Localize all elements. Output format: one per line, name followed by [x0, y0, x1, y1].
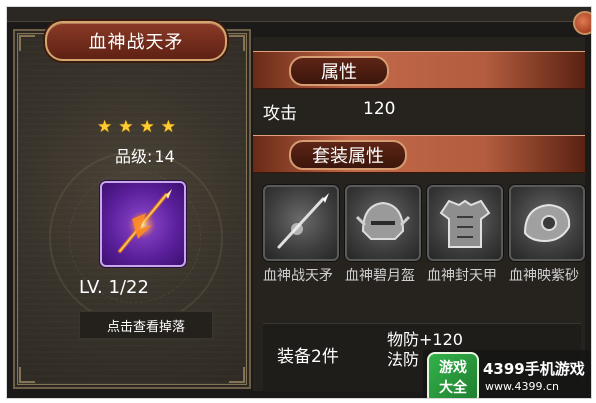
view-drops-button[interactable]: 点击查看掉落 — [79, 311, 213, 339]
watermark-logo-bottom: 大全 — [439, 380, 467, 396]
star-rating: ★ ★ ★ ★ — [97, 117, 176, 137]
set-bonus-line: 物防+120 — [387, 330, 463, 349]
set-item[interactable]: 血神战天矛 — [263, 185, 339, 285]
set-item-name: 血神碧月盔 — [345, 268, 415, 284]
helmet-icon[interactable] — [345, 185, 421, 261]
grade-label: 品级: — [115, 147, 153, 166]
spear-icon[interactable] — [263, 185, 339, 261]
set-item[interactable]: 血神映紫砂 — [509, 185, 585, 285]
set-bonus-label: 装备2件 — [277, 347, 339, 367]
close-icon[interactable] — [573, 11, 591, 35]
set-item-name: 血神映紫砂 — [509, 268, 579, 284]
star-icon: ★ — [160, 117, 176, 137]
stat-name: 攻击 — [263, 104, 297, 124]
set-banner: 套装属性 — [253, 135, 585, 173]
corner-ornament — [229, 35, 245, 51]
set-item[interactable]: 血神碧月盔 — [345, 185, 421, 285]
star-icon: ★ — [97, 117, 113, 137]
stat-value: 120 — [363, 99, 396, 119]
corner-ornament — [19, 35, 35, 51]
watermark-logo: 游戏 大全 — [427, 352, 479, 398]
stat-row: 攻击 120 — [263, 99, 573, 127]
item-title: 血神战天矛 — [45, 21, 227, 61]
top-decoration — [7, 7, 591, 22]
item-level: LV. 1/22 — [79, 277, 149, 298]
armor-icon[interactable] — [427, 185, 503, 261]
set-item-name: 血神战天矛 — [263, 268, 333, 284]
shoulder-icon[interactable] — [509, 185, 585, 261]
set-item-name: 血神封天甲 — [427, 268, 497, 284]
watermark-text: 4399手机游戏 — [483, 360, 585, 378]
watermark-url: www.4399.cn — [485, 380, 559, 393]
corner-ornament — [229, 367, 245, 383]
watermark-logo-top: 游戏 — [439, 360, 467, 376]
game-window: ★ ★ ★ ★ 品级: 14 LV. 1/22 点击查看掉落 血神战天矛 属性 … — [6, 6, 592, 399]
item-detail-panel: ★ ★ ★ ★ 品级: 14 LV. 1/22 点击查看掉落 — [13, 29, 251, 389]
site-watermark: 游戏 大全 4399手机游戏 www.4399.cn — [423, 350, 591, 398]
set-header: 套装属性 — [289, 140, 407, 170]
grade-value: 14 — [154, 147, 175, 166]
attributes-header: 属性 — [289, 56, 389, 86]
set-items-list: 血神战天矛 血神碧月盔 血神封天甲 血神映紫砂 — [263, 185, 585, 317]
attributes-panel: 属性 攻击 120 套装属性 血神战天矛 血神碧月盔 血神封天甲 血神映紫砂 装… — [253, 37, 585, 392]
set-item[interactable]: 血神封天甲 — [427, 185, 503, 285]
spear-icon[interactable] — [100, 181, 186, 267]
star-icon: ★ — [139, 117, 155, 137]
corner-ornament — [19, 367, 35, 383]
star-icon: ★ — [118, 117, 134, 137]
item-grade: 品级: 14 — [115, 143, 175, 167]
attributes-banner: 属性 — [253, 51, 585, 89]
